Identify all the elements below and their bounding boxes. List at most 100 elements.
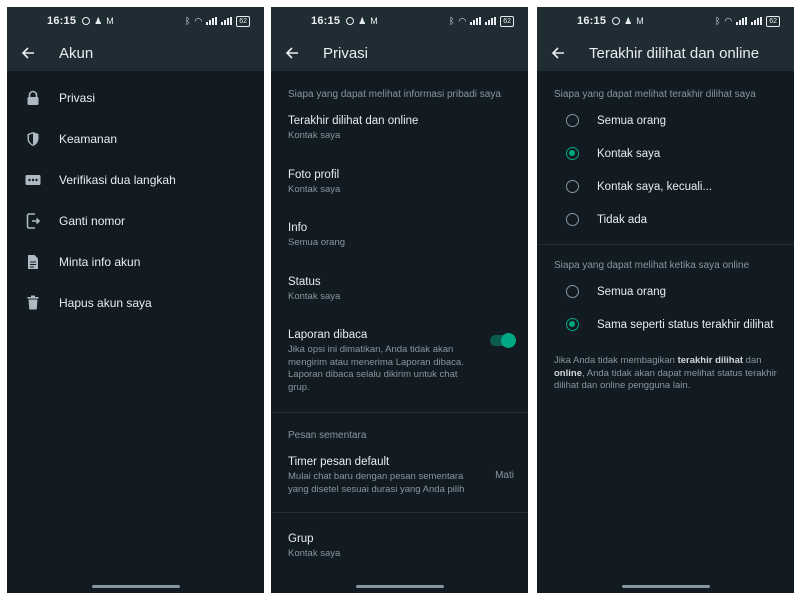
pref-groups[interactable]: Grup Kontak saya — [271, 533, 528, 561]
menu-item-delete-account[interactable]: Hapus akun saya — [7, 282, 264, 323]
account-menu: Privasi Keamanan Verifikasi dua langkah … — [7, 77, 264, 323]
status-time: 16:15 — [577, 15, 607, 27]
back-arrow-icon[interactable] — [283, 44, 301, 62]
wifi-icon: ◠ — [194, 15, 203, 26]
notification-icons: ♟ M — [612, 15, 644, 26]
pref-title: Timer pesan default — [288, 456, 390, 468]
menu-item-request-info[interactable]: Minta info akun — [7, 241, 264, 282]
menu-label: Hapus akun saya — [59, 295, 152, 310]
document-icon — [25, 254, 41, 270]
notification-icons: ♟ M — [82, 15, 114, 26]
toggle-knob — [501, 333, 516, 348]
last-seen-option[interactable]: Kontak saya, kecuali... — [537, 170, 794, 203]
footnote-bold: online — [554, 367, 582, 379]
pref-read-receipts[interactable]: Laporan dibaca Jika opsi ini dimatikan, … — [271, 329, 528, 394]
back-arrow-icon[interactable] — [549, 44, 567, 62]
radio-selected-icon[interactable] — [566, 147, 579, 160]
wifi-icon: ◠ — [724, 15, 733, 26]
app-bar: Terakhir dilihat dan online — [537, 35, 794, 71]
password-dots-icon — [25, 172, 41, 188]
snapchat-notification-icon: ♟ — [94, 15, 103, 26]
signal-icon — [470, 17, 482, 25]
pref-title: Terakhir dilihat dan online — [288, 115, 419, 127]
footnote-bold: terakhir dilihat — [677, 355, 744, 366]
snapchat-notification-icon: ♟ — [358, 15, 367, 26]
notification-icons: ♟ M — [346, 15, 378, 26]
radio-label: Kontak saya, kecuali... — [597, 180, 713, 193]
bluetooth-icon: ᛒ — [184, 15, 191, 26]
radio-selected-icon[interactable] — [566, 318, 579, 331]
menu-item-two-step[interactable]: Verifikasi dua langkah — [7, 159, 264, 200]
battery-icon: 62 — [236, 15, 250, 27]
pref-title: Laporan dibaca — [288, 329, 368, 341]
status-bar: 16:15 ♟ M ᛒ ◠ 62 — [271, 7, 528, 35]
menu-label: Verifikasi dua langkah — [59, 172, 176, 187]
menu-label: Ganti nomor — [59, 213, 126, 228]
system-icons: ᛒ ◠ 62 — [184, 15, 250, 27]
last-seen-radio-group: Semua orang Kontak saya Kontak saya, kecua… — [537, 104, 794, 236]
status-time: 16:15 — [47, 15, 77, 27]
menu-item-change-number[interactable]: Ganti nomor — [7, 200, 264, 241]
last-seen-screen: 16:15 ♟ M ᛒ ◠ 62 Terakhir dilihat dan on… — [537, 7, 794, 593]
footnote-text: Jika Anda tidak membagikan — [554, 355, 678, 366]
timer-value: Mati — [495, 470, 514, 481]
last-seen-option[interactable]: Semua orang — [537, 104, 794, 137]
pref-profile-photo[interactable]: Foto profil Kontak saya — [271, 169, 528, 197]
shield-icon — [25, 131, 41, 147]
pref-status[interactable]: Status Kontak saya — [271, 276, 528, 304]
section-header-online: Siapa yang dapat melihat ketika saya onl… — [554, 260, 750, 271]
battery-icon: 62 — [766, 15, 780, 27]
online-option[interactable]: Semua orang — [537, 275, 794, 308]
divider — [271, 512, 528, 513]
last-seen-option[interactable]: Tidak ada — [537, 203, 794, 236]
pref-subtitle: Kontak saya — [288, 183, 341, 195]
gmail-notification-icon: M — [636, 15, 644, 26]
pref-subtitle: Semua orang — [288, 237, 346, 248]
home-indicator[interactable] — [355, 585, 444, 588]
radio-unselected-icon[interactable] — [566, 285, 579, 298]
snapchat-notification-icon: ♟ — [624, 15, 633, 26]
whatsapp-notification-icon — [612, 17, 621, 25]
gmail-notification-icon: M — [106, 15, 114, 26]
page-title: Akun — [59, 44, 94, 62]
pref-title: Status — [288, 275, 321, 288]
app-bar: Privasi — [271, 35, 528, 71]
status-bar: 16:15 ♟ M ᛒ ◠ 62 — [7, 7, 264, 35]
radio-unselected-icon[interactable] — [566, 213, 579, 226]
pref-default-timer[interactable]: Timer pesan default Mulai chat baru deng… — [271, 456, 528, 496]
radio-label: Tidak ada — [597, 213, 648, 226]
signal-icon-2 — [751, 17, 763, 25]
divider — [537, 244, 794, 245]
whatsapp-notification-icon — [82, 17, 91, 25]
pref-title: Info — [288, 222, 308, 234]
footnote: Jika Anda tidak membagikan terakhir dili… — [537, 355, 794, 393]
lock-icon — [25, 90, 41, 106]
radio-unselected-icon[interactable] — [566, 180, 579, 193]
whatsapp-notification-icon — [346, 17, 355, 25]
pref-subtitle: Kontak saya — [288, 290, 341, 302]
menu-item-security[interactable]: Keamanan — [7, 118, 264, 159]
divider — [271, 412, 528, 413]
system-icons: ᛒ ◠ 62 — [715, 15, 780, 27]
pref-about[interactable]: Info Semua orang — [271, 222, 528, 250]
radio-unselected-icon[interactable] — [566, 114, 579, 127]
pref-title: Foto profil — [288, 168, 340, 181]
menu-label: Keamanan — [59, 131, 118, 146]
app-bar: Akun — [7, 35, 264, 71]
signal-icon-2 — [485, 17, 497, 25]
radio-label: Sama seperti status terakhir dilihat — [597, 318, 774, 331]
battery-icon: 62 — [500, 15, 514, 27]
pref-last-seen[interactable]: Terakhir dilihat dan online Kontak saya — [271, 115, 528, 143]
home-indicator[interactable] — [91, 585, 180, 588]
account-screen: 16:15 ♟ M ᛒ ◠ 62 Akun Privasi Keamanan V… — [7, 7, 264, 593]
back-arrow-icon[interactable] — [19, 44, 37, 62]
menu-item-privacy[interactable]: Privasi — [7, 77, 264, 118]
menu-label: Minta info akun — [59, 254, 141, 269]
home-indicator[interactable] — [621, 585, 710, 588]
online-option[interactable]: Sama seperti status terakhir dilihat — [537, 308, 794, 341]
section-header-personal-info: Siapa yang dapat melihat informasi priba… — [288, 89, 501, 100]
last-seen-option[interactable]: Kontak saya — [537, 137, 794, 170]
footnote-text: dan — [743, 355, 762, 366]
read-receipts-toggle[interactable] — [490, 333, 516, 348]
radio-label: Kontak saya — [597, 147, 661, 160]
